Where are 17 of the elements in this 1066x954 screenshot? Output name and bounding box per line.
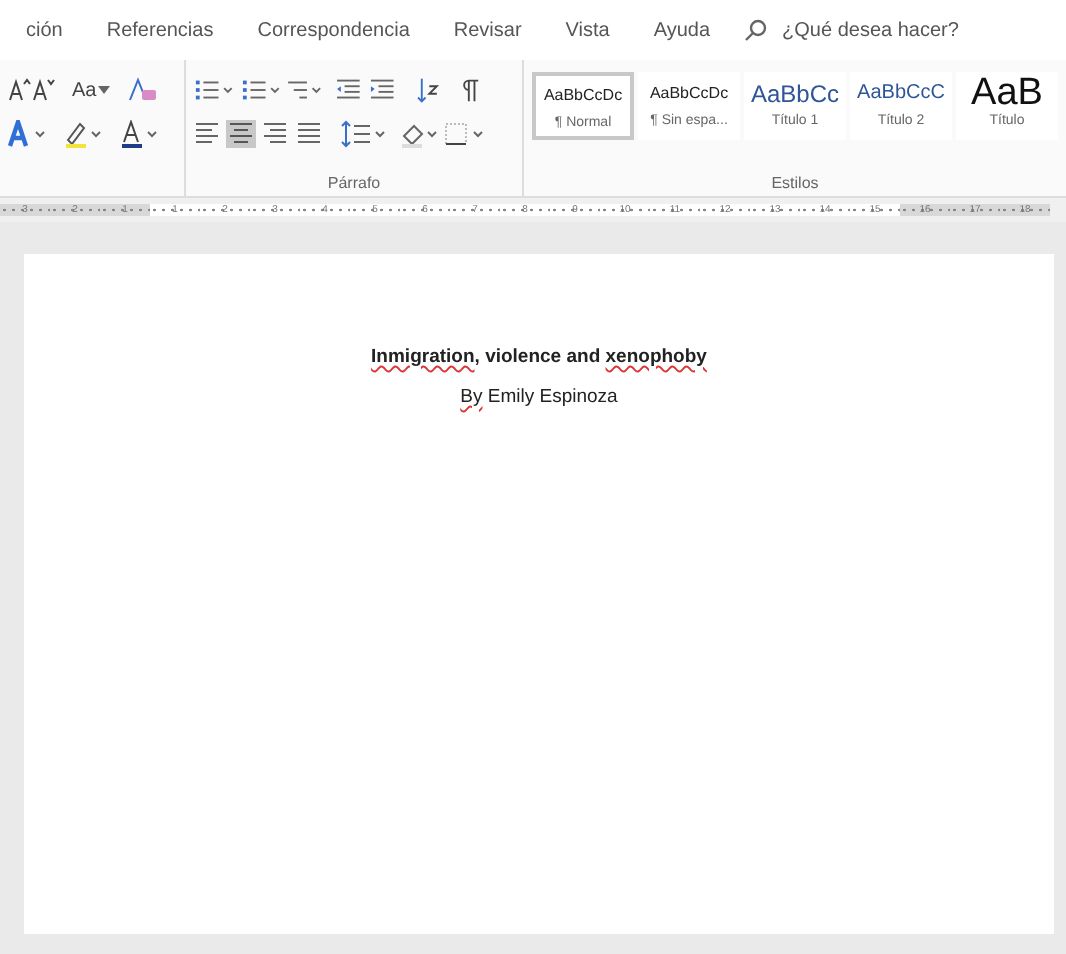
document-byline: By Emily Espinoza (460, 386, 618, 408)
group-label: Párrafo (325, 174, 383, 192)
change-case-button[interactable]: Aa (68, 79, 115, 101)
search-field[interactable]: ¿Qué desea hacer? (744, 17, 1007, 43)
align-icons[interactable] (194, 120, 326, 148)
caret-icon (98, 85, 111, 94)
ribbon-tab[interactable]: Correspondencia (235, 8, 432, 52)
font-size-icon[interactable] (8, 76, 56, 104)
ribbon-tab[interactable]: Ayuda (631, 8, 733, 52)
search-icon (744, 18, 769, 42)
ribbon-tab[interactable]: ción (4, 8, 85, 52)
ribbon-tab[interactable]: Revisar (431, 8, 544, 52)
document-title: Inmigration, violence and xenophoby (371, 346, 707, 368)
ribbon-tab[interactable]: Vista (543, 8, 632, 52)
group-label: Estilos (769, 174, 821, 192)
ribbon-tab[interactable]: Referencias (84, 8, 236, 52)
clear-format-icon[interactable] (126, 76, 159, 104)
